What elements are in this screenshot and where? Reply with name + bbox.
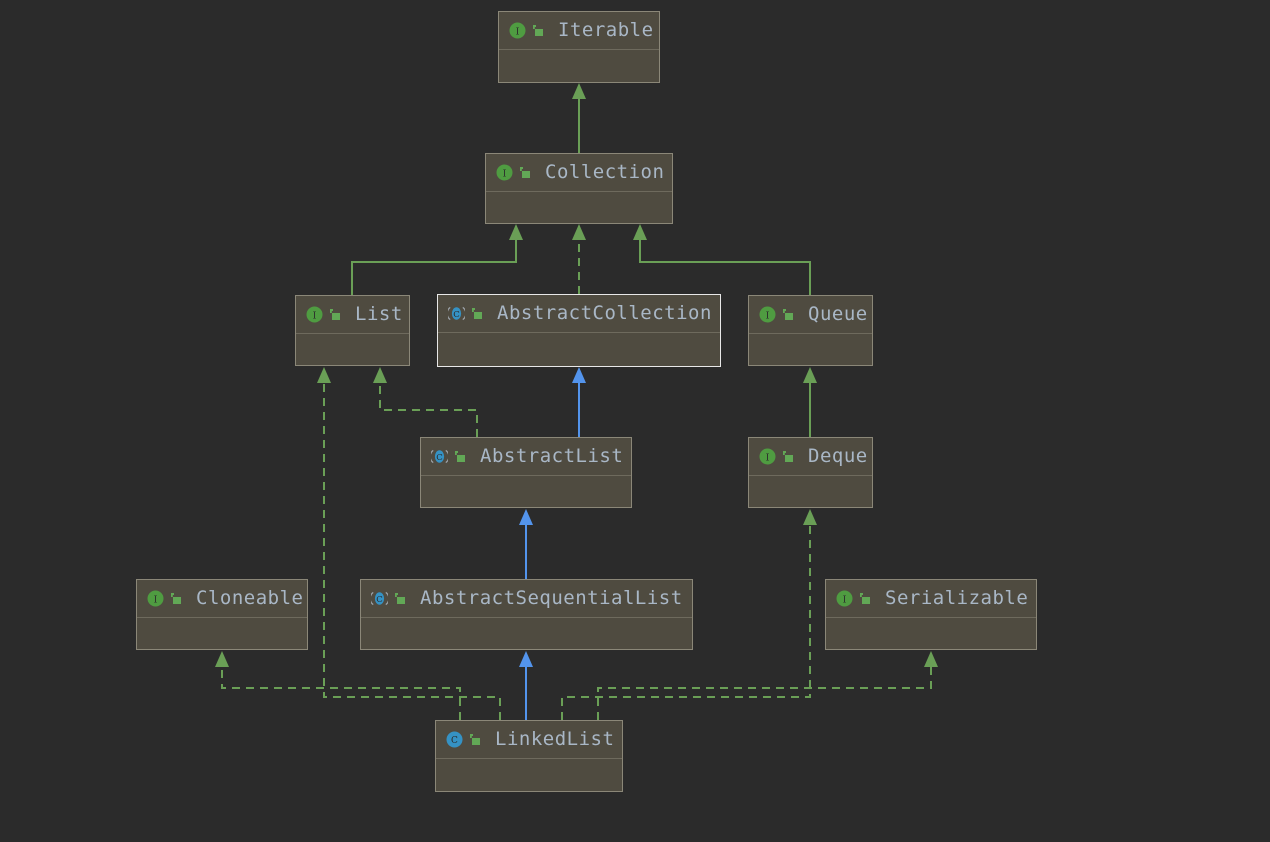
- unlocked-public-icon: [393, 592, 406, 606]
- unlocked-public-icon: [453, 450, 466, 464]
- uml-node-list[interactable]: I List: [295, 295, 410, 366]
- edge-layer: [0, 0, 1270, 842]
- node-header: I Serializable: [826, 580, 1036, 618]
- svg-text:C: C: [453, 310, 460, 320]
- node-title: Collection: [545, 163, 664, 182]
- uml-node-abstractsequentiallist[interactable]: C AbstractSequentialList: [360, 579, 693, 650]
- svg-text:I: I: [766, 312, 770, 322]
- uml-node-deque[interactable]: I Deque: [748, 437, 873, 508]
- node-title: Deque: [808, 447, 868, 466]
- unlocked-public-icon: [470, 307, 483, 321]
- node-title: LinkedList: [495, 730, 614, 749]
- unlocked-public-icon: [858, 592, 871, 606]
- node-title: Cloneable: [196, 589, 303, 608]
- node-members-compartment: [137, 618, 307, 687]
- node-header: I Cloneable: [137, 580, 307, 618]
- interface-icon: I: [759, 448, 776, 465]
- svg-text:I: I: [843, 596, 847, 606]
- uml-node-cloneable[interactable]: I Cloneable: [136, 579, 308, 650]
- uml-class-diagram[interactable]: I Iterable I Collection I: [0, 0, 1270, 842]
- unlocked-public-icon: [781, 450, 794, 464]
- interface-icon: I: [147, 590, 164, 607]
- svg-text:C: C: [436, 453, 443, 463]
- node-header: I Deque: [749, 438, 872, 476]
- uml-node-abstractcollection[interactable]: C AbstractCollection: [437, 294, 721, 367]
- node-title: Serializable: [885, 589, 1028, 608]
- abstract-class-icon: C: [448, 305, 465, 322]
- node-header: I Queue: [749, 296, 872, 334]
- svg-text:C: C: [376, 595, 383, 605]
- uml-node-abstractlist[interactable]: C AbstractList: [420, 437, 632, 508]
- node-members-compartment: [499, 50, 659, 120]
- unlocked-public-icon: [169, 592, 182, 606]
- svg-text:I: I: [516, 28, 520, 38]
- node-title: AbstractCollection: [497, 304, 712, 323]
- node-members-compartment: [749, 334, 872, 403]
- uml-node-collection[interactable]: I Collection: [485, 153, 673, 224]
- abstract-class-icon: C: [431, 448, 448, 465]
- node-title: Iterable: [558, 21, 654, 40]
- uml-node-serializable[interactable]: I Serializable: [825, 579, 1037, 650]
- abstract-class-icon: C: [371, 590, 388, 607]
- node-title: AbstractSequentialList: [420, 589, 683, 608]
- interface-icon: I: [759, 306, 776, 323]
- svg-text:I: I: [503, 170, 507, 180]
- uml-node-iterable[interactable]: I Iterable: [498, 11, 660, 83]
- interface-icon: I: [306, 306, 323, 323]
- node-header: I List: [296, 296, 409, 334]
- uml-node-linkedlist[interactable]: C LinkedList: [435, 720, 623, 792]
- node-members-compartment: [436, 759, 622, 829]
- unlocked-public-icon: [781, 308, 794, 322]
- node-header: C AbstractList: [421, 438, 631, 476]
- node-title: AbstractList: [480, 447, 623, 466]
- uml-node-queue[interactable]: I Queue: [748, 295, 873, 366]
- node-header: C LinkedList: [436, 721, 622, 759]
- node-title: List: [355, 305, 403, 324]
- interface-icon: I: [496, 164, 513, 181]
- node-members-compartment: [296, 334, 409, 403]
- node-members-compartment: [826, 618, 1036, 687]
- svg-text:C: C: [451, 736, 458, 746]
- class-icon: C: [446, 731, 463, 748]
- interface-icon: I: [509, 22, 526, 39]
- node-header: C AbstractSequentialList: [361, 580, 692, 618]
- unlocked-public-icon: [328, 308, 341, 322]
- node-members-compartment: [486, 192, 672, 261]
- node-header: I Collection: [486, 154, 672, 192]
- svg-text:I: I: [313, 312, 317, 322]
- node-members-compartment: [361, 618, 692, 687]
- node-title: Queue: [808, 305, 868, 324]
- node-members-compartment: [749, 476, 872, 545]
- unlocked-public-icon: [531, 24, 544, 38]
- interface-icon: I: [836, 590, 853, 607]
- node-members-compartment: [438, 333, 720, 404]
- unlocked-public-icon: [468, 733, 481, 747]
- node-members-compartment: [421, 476, 631, 545]
- node-header: I Iterable: [499, 12, 659, 50]
- svg-text:I: I: [154, 596, 158, 606]
- svg-text:I: I: [766, 454, 770, 464]
- node-header: C AbstractCollection: [438, 295, 720, 333]
- unlocked-public-icon: [518, 166, 531, 180]
